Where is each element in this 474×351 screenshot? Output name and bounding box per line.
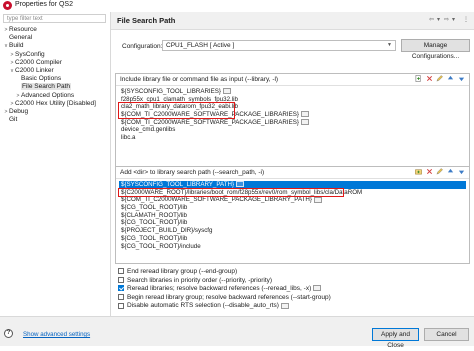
list-item[interactable]: ${SYSCONFIG_TOOL_LIBRARIES} [119, 88, 466, 96]
list-item[interactable]: device_cmd.genlibs [119, 126, 466, 134]
add-file-icon[interactable] [415, 75, 422, 82]
checkbox[interactable] [118, 276, 124, 283]
search-path-panel-toolbar [413, 168, 465, 176]
list-item[interactable]: ${CG_TOOL_ROOT}/lib [119, 235, 466, 243]
list-item[interactable]: cla2_math_library_datarom_fpu32_eabi.lib [119, 103, 466, 111]
sidebar-item-file-search-path[interactable]: File Search Path [3, 83, 109, 91]
delete-icon[interactable] [426, 75, 433, 82]
variable-icon [222, 88, 231, 95]
library-list: ${SYSCONFIG_TOOL_LIBRARIES} f28p55x_cpu1… [119, 88, 466, 142]
list-item[interactable]: ${COM_TI_C2000WARE_SOFTWARE_PACKAGE_LIBR… [119, 119, 466, 127]
list-item[interactable]: ${C2000WARE_ROOT}/libraries/boot_rom/f28… [119, 189, 466, 197]
variable-icon [313, 196, 322, 203]
configuration-select[interactable]: CPU1_FLASH [ Active ] ▼ [162, 40, 396, 51]
chevron-down-icon: ▼ [387, 42, 392, 48]
sidebar-item-c2000-linker[interactable]: v C2000 Linker [3, 67, 109, 75]
page-title: File Search Path [117, 16, 176, 25]
configuration-label: Configuration: [122, 43, 163, 50]
checkbox-checked[interactable] [118, 285, 124, 292]
sidebar-item-sysconfig[interactable]: > SysConfig [3, 51, 109, 59]
dialog-footer: ? Show advanced settings Apply and Close… [0, 316, 474, 349]
checkbox[interactable] [118, 302, 124, 309]
option-end-group[interactable]: End reread library group (--end-group) [118, 268, 331, 277]
page-header: File Search Path ⇦ ▾ ⇨ ▾ ⋮ [111, 12, 474, 30]
variable-icon [236, 181, 245, 188]
sidebar-item-c2000-hex-utility[interactable]: > C2000 Hex Utility [Disabled] [3, 100, 109, 108]
search-path-list: ${SYSCONFIG_TOOL_LIBRARY_PATH} ${C2000WA… [119, 181, 466, 250]
app-icon [3, 1, 12, 10]
help-icon[interactable]: ? [4, 329, 13, 338]
list-item[interactable]: ${COM_TI_C2000WARE_SOFTWARE_PACKAGE_LIBR… [119, 111, 466, 119]
sidebar-item-c2000-compiler[interactable]: > C2000 Compiler [3, 59, 109, 67]
list-item[interactable]: ${CG_TOOL_ROOT}/include [119, 243, 466, 251]
checkbox[interactable] [118, 268, 124, 275]
show-advanced-settings-link[interactable]: Show advanced settings [23, 331, 90, 338]
library-panel-toolbar [413, 75, 465, 83]
edit-icon[interactable] [436, 168, 444, 175]
checkbox[interactable] [118, 294, 124, 301]
search-path-panel: Add <dir> to library search path (--sear… [115, 166, 470, 264]
search-path-panel-header: Add <dir> to library search path (--sear… [120, 169, 265, 176]
title-bar: Properties for QS2 [0, 0, 474, 12]
divider [116, 85, 469, 86]
sidebar-item-basic-options[interactable]: Basic Options [3, 75, 109, 83]
configuration-value: CPU1_FLASH [ Active ] [166, 42, 235, 49]
move-down-icon[interactable] [458, 75, 465, 82]
sidebar-item-git[interactable]: Git [3, 116, 109, 124]
divider [116, 178, 469, 179]
variable-icon [300, 111, 309, 118]
library-panel: Include library file or command file as … [115, 73, 470, 175]
delete-icon[interactable] [426, 168, 433, 175]
linker-options: End reread library group (--end-group) S… [118, 268, 331, 311]
manage-configurations-button[interactable]: Manage Configurations... [401, 39, 470, 60]
sidebar-tree: > Resource General v Build > SysConfig > C20… [3, 26, 109, 124]
library-panel-header: Include library file or command file as … [120, 76, 279, 83]
list-item[interactable]: ${SYSCONFIG_TOOL_LIBRARY_PATH} [119, 181, 466, 189]
main-panel: File Search Path ⇦ ▾ ⇨ ▾ ⋮ Configuration… [111, 12, 474, 316]
sidebar-item-general[interactable]: General [3, 34, 109, 42]
forward-menu-icon[interactable]: ▾ [452, 16, 455, 23]
move-down-icon[interactable] [458, 168, 465, 175]
sidebar-item-debug[interactable]: > Debug [3, 108, 109, 116]
list-item[interactable]: ${PROJECT_BUILD_DIR}/syscfg [119, 227, 466, 235]
sidebar: type filter text > Resource General v Buil… [0, 12, 111, 316]
variable-icon [313, 285, 322, 292]
edit-icon[interactable] [436, 75, 444, 82]
list-item[interactable]: libc.a [119, 134, 466, 142]
window-title: Properties for QS2 [15, 1, 73, 8]
cancel-button[interactable]: Cancel [424, 328, 469, 341]
sidebar-item-resource[interactable]: > Resource [3, 26, 109, 34]
variable-icon [300, 119, 309, 126]
option-start-group[interactable]: Begin reread library group; resolve back… [118, 294, 331, 303]
sidebar-item-build[interactable]: v Build [3, 42, 109, 50]
more-options-icon[interactable]: ⋮ [463, 16, 469, 23]
sidebar-item-advanced-options[interactable]: > Advanced Options [3, 92, 109, 100]
list-item[interactable]: ${COM_TI_C2000WARE_SOFTWARE_PACKAGE_LIBR… [119, 196, 466, 204]
option-priority[interactable]: Search libraries in priority order (--pr… [118, 277, 331, 286]
move-up-icon[interactable] [447, 75, 454, 82]
filter-input[interactable]: type filter text [3, 14, 106, 23]
variable-icon [280, 302, 289, 309]
back-arrow-icon[interactable]: ⇦ [429, 16, 434, 23]
move-up-icon[interactable] [447, 168, 454, 175]
back-menu-icon[interactable]: ▾ [437, 16, 440, 23]
option-reread-libs[interactable]: Reread libraries; resolve backward refer… [118, 285, 331, 294]
option-disable-auto-rts[interactable]: Disable automatic RTS selection (--disab… [118, 302, 331, 311]
apply-and-close-button[interactable]: Apply and Close [372, 328, 419, 349]
list-item[interactable]: ${CLAMATH_ROOT}/lib [119, 212, 466, 220]
list-item[interactable]: ${CG_TOOL_ROOT}/lib [119, 204, 466, 212]
list-item[interactable]: f28p55x_cpu1_clamath_symbols_fpu32.lib [119, 96, 466, 104]
add-folder-icon[interactable] [414, 168, 422, 175]
list-item[interactable]: ${CG_TOOL_ROOT}/lib [119, 219, 466, 227]
forward-arrow-icon[interactable]: ⇨ [444, 16, 449, 23]
